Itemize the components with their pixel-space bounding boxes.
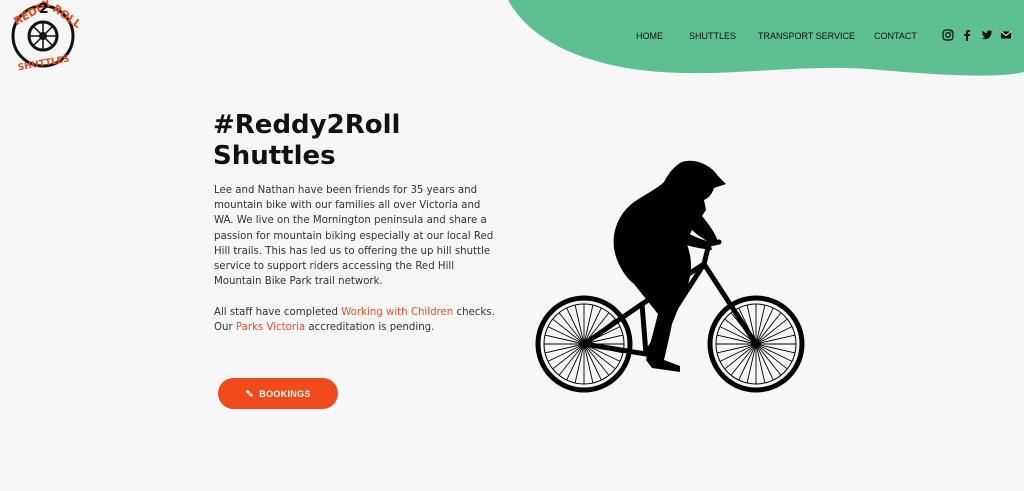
title-line-1: #Reddy2Roll: [213, 110, 401, 140]
nav-contact[interactable]: CONTACT: [874, 31, 917, 41]
reddy2roll-logo[interactable]: REDDY 2 ROLL SHUTTLES: [6, 0, 80, 72]
title-line-2: Shuttles: [213, 141, 336, 171]
logo-2-text: 2: [39, 1, 49, 17]
bookings-button[interactable]: BOOKINGS: [218, 378, 338, 409]
staff-paragraph: All staff have completed Working with Ch…: [214, 305, 499, 335]
nav-shuttles[interactable]: SHUTTLES: [689, 31, 736, 41]
intro-paragraph: Lee and Nathan have been friends for 35 …: [214, 185, 494, 288]
facebook-icon[interactable]: [960, 28, 974, 42]
parks-victoria-link[interactable]: Parks Victoria: [236, 322, 305, 333]
staff-text-a: All staff have completed: [214, 307, 342, 318]
header-green-wave: [508, 0, 1024, 76]
page-title: #Reddy2Roll Shuttles: [213, 110, 453, 172]
nav-home[interactable]: HOME: [636, 31, 663, 41]
staff-text-c: accreditation is pending.: [305, 322, 435, 334]
nav-transport-service[interactable]: TRANSPORT SERVICE: [758, 31, 855, 41]
mountain-biker-silhouette: [535, 160, 805, 393]
logo-shuttles-text: SHUTTLES: [17, 54, 70, 72]
ticket-icon: [246, 389, 254, 398]
working-with-children-link[interactable]: Working with Children: [341, 307, 453, 318]
twitter-icon[interactable]: [980, 28, 994, 42]
email-icon[interactable]: [999, 28, 1013, 42]
instagram-icon[interactable]: [941, 28, 955, 42]
bookings-label: BOOKINGS: [259, 388, 311, 399]
